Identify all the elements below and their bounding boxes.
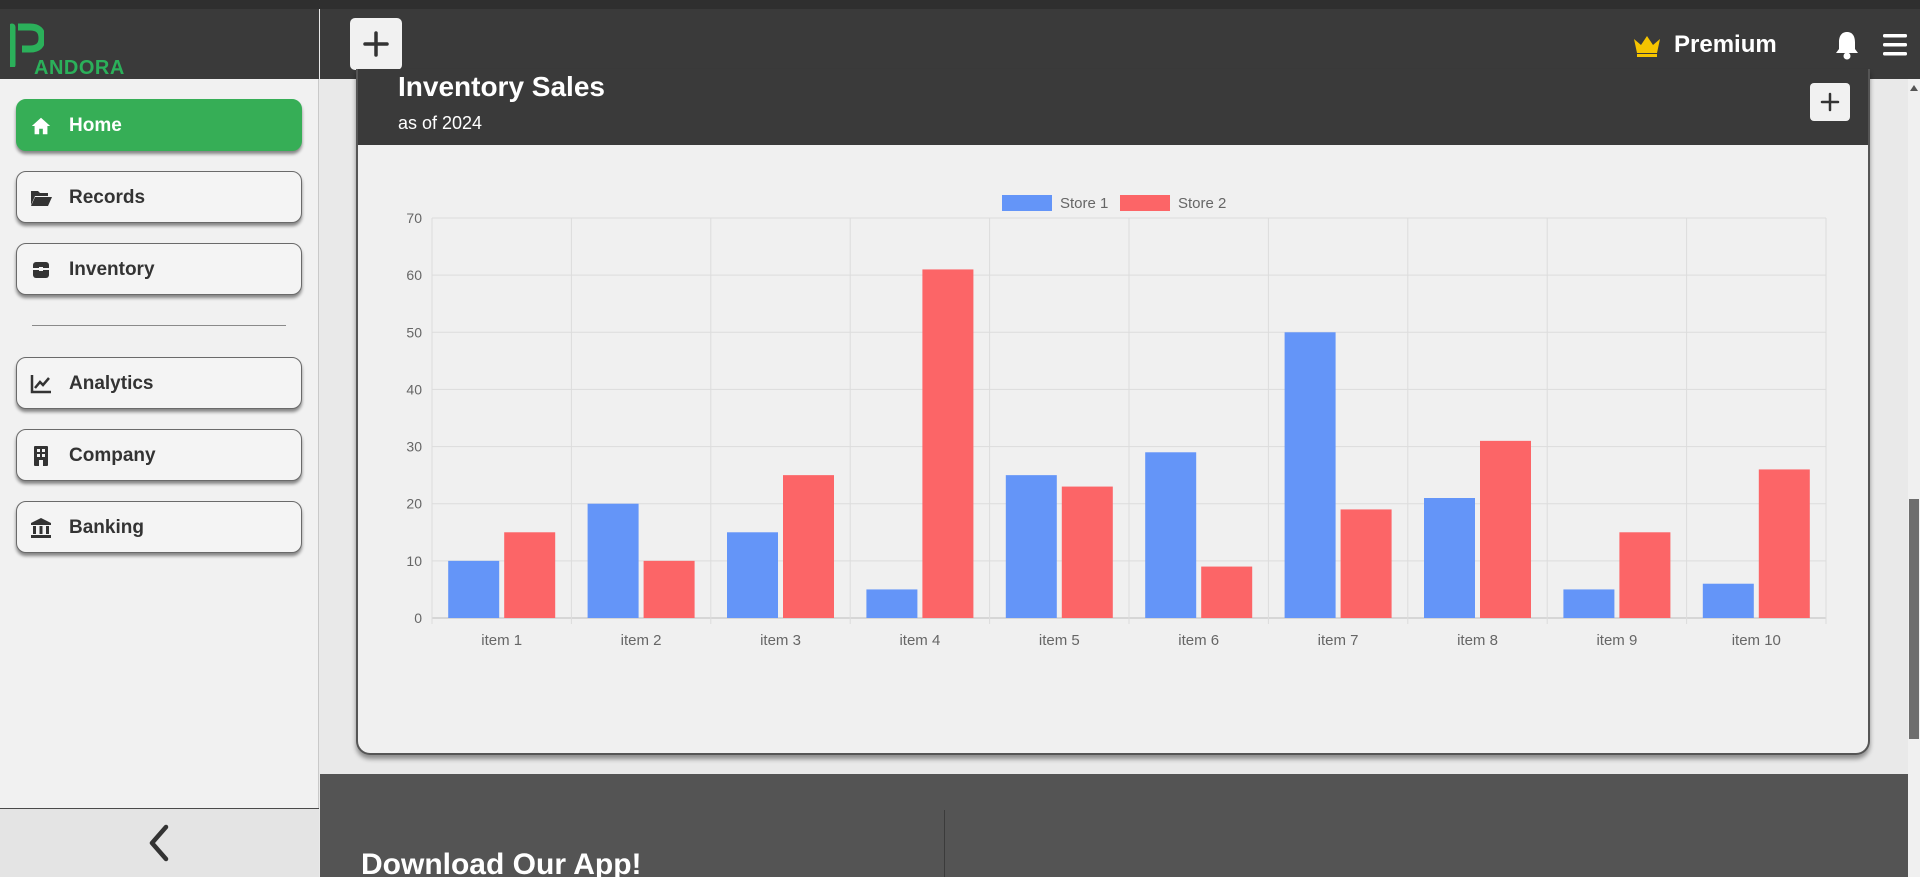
bar-store-2 (1758, 469, 1810, 618)
bar-store-2 (922, 269, 974, 618)
bar-store-1 (1424, 498, 1475, 618)
sidebar: ANDORA Home Records Inventory Analytics … (0, 9, 319, 877)
legend-label: Store 1 (1060, 195, 1108, 212)
y-tick-label: 0 (414, 610, 422, 626)
sidebar-item-label: Company (69, 445, 156, 466)
y-tick-label: 70 (406, 210, 422, 226)
scrollbar-thumb[interactable] (1909, 499, 1919, 739)
folder-open-icon (29, 186, 53, 210)
y-tick-label: 50 (406, 324, 422, 340)
plus-icon (363, 31, 389, 57)
bar-store-1 (1563, 589, 1615, 618)
bar-store-2 (643, 560, 695, 618)
bar-store-1 (448, 560, 500, 618)
scrollbar-track[interactable] (1908, 79, 1920, 877)
sidebar-item-label: Analytics (69, 373, 154, 394)
card-title: Inventory Sales (398, 71, 605, 102)
x-tick-label: item 1 (481, 632, 522, 649)
y-tick-label: 30 (406, 439, 422, 455)
brand-logo-text: ANDORA (34, 57, 125, 79)
y-tick-label: 10 (406, 553, 422, 569)
bar-store-1 (1005, 475, 1057, 618)
building-icon (29, 444, 53, 468)
x-tick-label: item 7 (1318, 632, 1359, 649)
home-icon (29, 114, 53, 138)
footer-title: Download Our App! (361, 848, 642, 877)
bell-icon[interactable] (1832, 29, 1862, 61)
x-tick-label: item 10 (1732, 632, 1781, 649)
sidebar-item-banking[interactable]: Banking (16, 501, 302, 553)
bar-store-1 (1284, 332, 1336, 618)
bar-store-1 (587, 503, 639, 618)
bar-store-1 (866, 589, 918, 618)
sidebar-divider (32, 325, 286, 326)
brand-logo[interactable]: ANDORA (10, 17, 160, 79)
scroll-up-arrow-icon[interactable] (1910, 84, 1918, 92)
card-add-button[interactable] (1810, 83, 1850, 121)
card-header: Inventory Sales as of 2024 (358, 69, 1868, 145)
plus-icon (1820, 92, 1840, 112)
sidebar-item-records[interactable]: Records (16, 171, 302, 223)
sidebar-item-inventory[interactable]: Inventory (16, 243, 302, 295)
sidebar-item-label: Home (69, 115, 122, 136)
inventory-sales-chart: 0 10 20 30 40 50 60 70 item 1 item 2 item 3 item 4 i… (406, 195, 1827, 649)
legend-label: Store 2 (1178, 195, 1226, 212)
crown-icon (1634, 36, 1660, 57)
sidebar-item-label: Banking (69, 517, 144, 538)
legend-swatch (1002, 195, 1052, 211)
chevron-left-icon[interactable] (144, 823, 174, 863)
box-icon (29, 258, 53, 282)
x-tick-label: item 2 (621, 632, 662, 649)
bar-store-2 (1201, 566, 1253, 618)
bar-store-1 (1702, 583, 1754, 618)
footer-divider (944, 810, 945, 877)
bar-store-2 (783, 475, 834, 618)
x-tick-label: item 3 (760, 632, 801, 649)
x-tick-label: item 5 (1039, 632, 1080, 649)
card-subtitle: as of 2024 (398, 113, 483, 133)
footer: Download Our App! (320, 774, 1908, 877)
sidebar-item-label: Records (69, 187, 146, 208)
bar-store-2 (1340, 509, 1392, 618)
premium-label: Premium (1674, 31, 1777, 58)
inventory-sales-card: Inventory Sales as of 2024 0 10 20 30 40 50 60… (356, 69, 1870, 755)
y-tick-label: 20 (406, 496, 422, 512)
sidebar-item-analytics[interactable]: Analytics (16, 357, 302, 409)
hamburger-icon[interactable] (1881, 31, 1909, 59)
sidebar-collapse-bar[interactable] (0, 808, 319, 877)
sidebar-item-home[interactable]: Home (16, 99, 302, 151)
y-tick-label: 40 (406, 381, 422, 397)
x-tick-label: item 4 (899, 632, 940, 649)
bar-store-2 (1061, 486, 1113, 618)
chart-line-icon (29, 372, 53, 396)
bar-store-1 (1145, 452, 1197, 618)
sidebar-item-company[interactable]: Company (16, 429, 302, 481)
bank-icon (29, 516, 53, 540)
add-button[interactable] (350, 18, 402, 70)
y-tick-label: 60 (406, 267, 422, 283)
x-tick-label: item 8 (1457, 632, 1498, 649)
premium-button[interactable]: Premium (1632, 27, 1777, 63)
x-tick-label: item 9 (1596, 632, 1637, 649)
bar-store-2 (504, 532, 556, 618)
legend-swatch (1120, 195, 1170, 211)
window-top-strip (0, 0, 1920, 9)
bar-store-2 (1619, 532, 1671, 618)
bar-store-2 (1480, 440, 1531, 618)
x-tick-label: item 6 (1178, 632, 1219, 649)
sidebar-item-label: Inventory (69, 259, 155, 280)
bar-store-1 (727, 532, 778, 618)
main-content: Inventory Sales as of 2024 0 10 20 30 40 50 60… (320, 69, 1908, 774)
logo-bar: ANDORA (0, 9, 319, 79)
